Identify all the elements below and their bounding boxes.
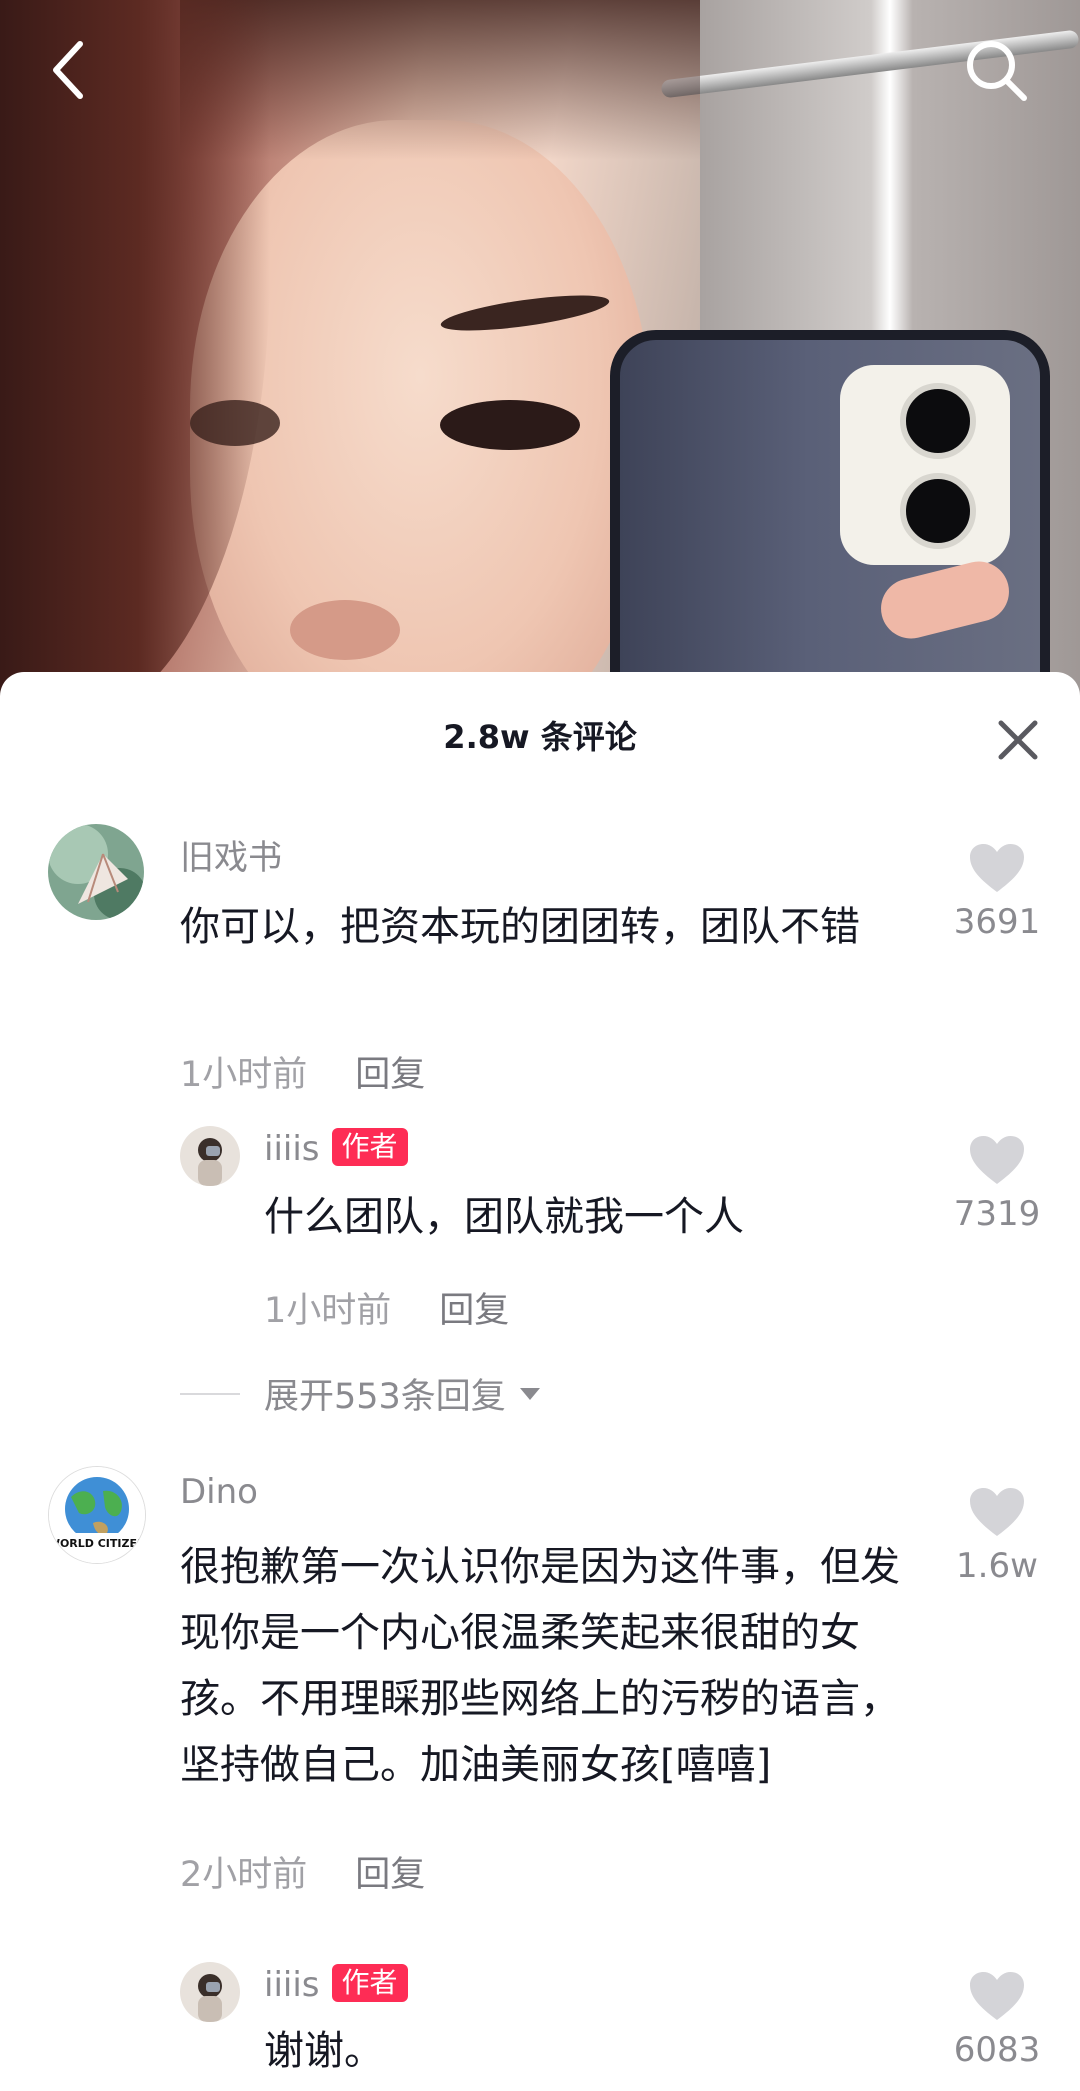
avatar-image: WORLD CITIZEN <box>49 1467 145 1563</box>
search-icon <box>967 41 1027 101</box>
like-count: 6083 <box>953 2030 1041 2070</box>
comment-sheet: 2.8w 条评论 旧戏书 你可以，把资本玩的团团转，团队不错 1小时前 回复 3… <box>0 672 1080 2091</box>
comment-username[interactable]: 旧戏书 <box>180 830 282 879</box>
author-badge: 作者 <box>331 1128 408 1166</box>
caret-down-icon <box>519 1387 540 1400</box>
reply-time: 1小时前 <box>264 1291 392 1331</box>
heart-icon <box>970 844 1024 892</box>
avatar[interactable] <box>48 824 144 920</box>
like-button[interactable]: 3691 <box>942 842 1052 942</box>
reply-text[interactable]: 什么团队，团队就我一个人 <box>264 1184 924 1250</box>
avatar[interactable]: WORLD CITIZEN <box>48 1466 146 1564</box>
comment-text[interactable]: 很抱歉第一次认识你是因为这件事，但发现你是一个内心很温柔笑起来很甜的女孩。不用理… <box>180 1534 910 1798</box>
reply-button[interactable]: 回复 <box>439 1291 509 1331</box>
comment-text[interactable]: 你可以，把资本玩的团团转，团队不错 <box>180 894 910 960</box>
reply-button[interactable]: 回复 <box>355 1855 425 1895</box>
author-badge: 作者 <box>331 1964 408 2002</box>
reply-text[interactable]: 谢谢。 <box>264 2018 924 2084</box>
comment-count-title: 2.8w 条评论 <box>443 718 637 756</box>
like-button[interactable]: 1.6w <box>942 1486 1052 1586</box>
close-icon <box>998 720 1038 760</box>
close-button[interactable] <box>996 718 1040 762</box>
like-button[interactable]: 7319 <box>942 1134 1052 1234</box>
reply-username[interactable]: iiiis <box>264 1129 320 1169</box>
avatar-image <box>180 1962 240 2022</box>
like-button[interactable]: 6083 <box>942 1970 1052 2070</box>
heart-icon <box>970 1136 1024 1184</box>
search-button[interactable] <box>956 30 1036 110</box>
heart-icon <box>970 1488 1024 1536</box>
heart-icon <box>970 1972 1024 2020</box>
avatar[interactable] <box>180 1126 240 1186</box>
avatar-image <box>48 824 144 920</box>
reply-button[interactable]: 回复 <box>355 1055 425 1095</box>
back-button[interactable] <box>28 30 108 110</box>
comment-username[interactable]: Dino <box>180 1472 258 1512</box>
like-count: 3691 <box>953 902 1041 942</box>
like-count: 7319 <box>953 1194 1041 1234</box>
comment-time: 2小时前 <box>180 1855 308 1895</box>
video-player[interactable] <box>0 0 1080 700</box>
avatar[interactable] <box>180 1962 240 2022</box>
expand-replies-label: 展开553条回复 <box>264 1377 506 1417</box>
reply-username[interactable]: iiiis <box>264 1965 320 2005</box>
expand-replies-button[interactable]: 展开553条回复 <box>180 1368 542 1419</box>
comment-time: 1小时前 <box>180 1055 308 1095</box>
chevron-left-icon <box>53 41 83 99</box>
like-count: 1.6w <box>956 1546 1038 1586</box>
svg-text:WORLD CITIZEN: WORLD CITIZEN <box>49 1537 145 1550</box>
avatar-image <box>180 1126 240 1186</box>
